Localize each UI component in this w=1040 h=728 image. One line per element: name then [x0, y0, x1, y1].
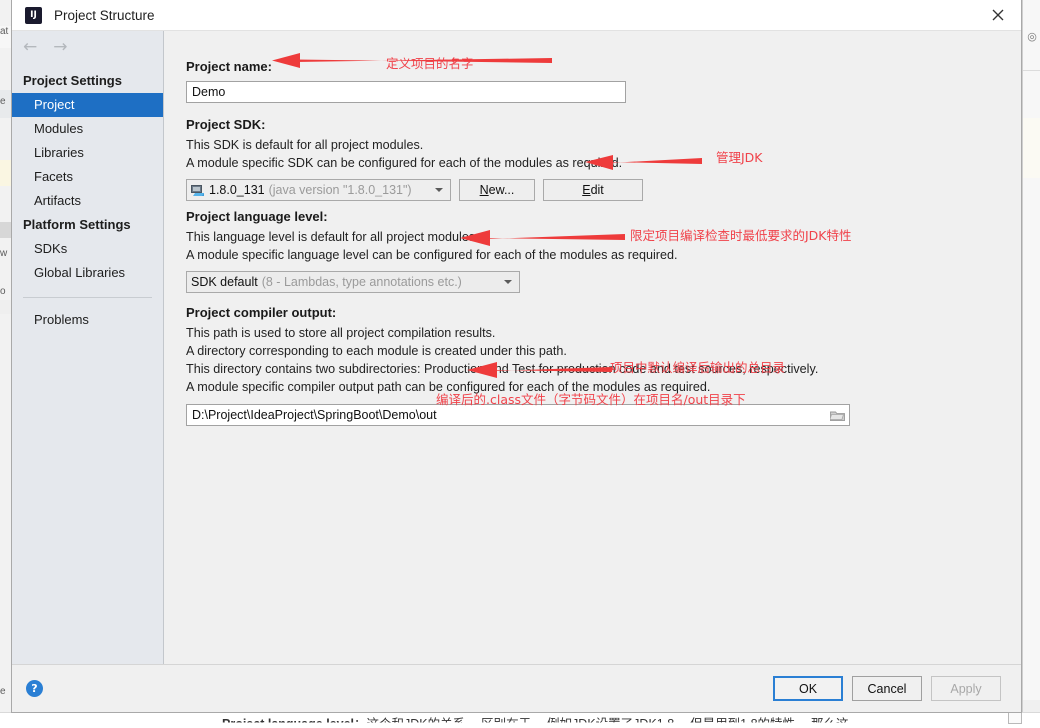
sidebar-item-facets[interactable]: Facets — [12, 165, 163, 189]
project-sdk-detail: (java version "1.8.0_131") — [268, 183, 412, 197]
sidebar-item-sdks[interactable]: SDKs — [12, 237, 163, 261]
annotation-manage-jdk: 管理JDK — [716, 150, 763, 165]
settings-content-pane: Project name: Demo Project SDK: This SDK… — [164, 31, 1021, 664]
folder-icon[interactable] — [829, 408, 846, 423]
edit-sdk-button[interactable]: Edit — [543, 179, 643, 201]
sidebar-item-artifacts[interactable]: Artifacts — [12, 189, 163, 213]
project-sdk-desc-2: A module specific SDK can be configured … — [186, 156, 623, 170]
sidebar-divider — [23, 297, 152, 298]
help-icon[interactable]: ? — [26, 680, 43, 697]
screen-root: at e w o e ◎ Project language level：这个和J… — [0, 0, 1040, 728]
dialog-footer: ? OK Cancel Apply — [12, 664, 1021, 712]
sidebar-item-global-libraries[interactable]: Global Libraries — [12, 261, 163, 285]
compiler-output-desc-3: This directory contains two subdirectori… — [186, 362, 819, 376]
arrow-left-icon[interactable]: ← — [23, 38, 37, 56]
footer-button-group: OK Cancel Apply — [773, 676, 1007, 701]
jdk-icon — [191, 184, 205, 197]
compiler-output-desc-2: A directory corresponding to each module… — [186, 344, 567, 358]
background-bottom-text-prefix: Project language level — [222, 717, 354, 728]
language-level-combo[interactable]: SDK default (8 - Lambdas, type annotatio… — [186, 271, 520, 293]
background-scroll-marker — [1008, 712, 1022, 724]
sidebar: ← → Project Settings Project Modules Lib… — [12, 31, 164, 664]
dialog-titlebar: Project Structure — [12, 0, 1021, 31]
background-bottom-text-rest: ：这个和JDK的关系， 区别在于， 例如JDK设置了JDK1.8， 但是用到1.… — [354, 717, 849, 728]
sidebar-item-project[interactable]: Project — [12, 93, 163, 117]
background-ide-right-strip: ◎ — [1022, 0, 1040, 728]
project-name-input[interactable]: Demo — [186, 81, 626, 103]
chevron-down-icon[interactable] — [504, 280, 512, 284]
project-sdk-row: 1.8.0_131 (java version "1.8.0_131") New… — [186, 179, 1021, 201]
project-structure-dialog: Project Structure ← → Project Settings P… — [11, 0, 1022, 713]
sidebar-nav-arrows: ← → — [12, 31, 163, 63]
language-level-desc-1: This language level is default for all p… — [186, 230, 479, 244]
language-level-desc-2: A module specific language level can be … — [186, 248, 678, 262]
project-sdk-label: Project SDK: — [186, 117, 266, 132]
apply-button: Apply — [931, 676, 1001, 701]
sidebar-item-libraries[interactable]: Libraries — [12, 141, 163, 165]
sidebar-item-modules[interactable]: Modules — [12, 117, 163, 141]
intellij-idea-icon — [25, 6, 42, 24]
dialog-body: ← → Project Settings Project Modules Lib… — [12, 31, 1021, 664]
background-right-tool-icon: ◎ — [1027, 31, 1037, 43]
background-bottom-text: Project language level：这个和JDK的关系， 区别在于， … — [222, 713, 849, 728]
project-sdk-desc-1: This SDK is default for all project modu… — [186, 138, 424, 152]
sidebar-item-problems[interactable]: Problems — [12, 308, 163, 332]
chevron-down-icon[interactable] — [435, 188, 443, 192]
new-sdk-button[interactable]: New... — [459, 179, 535, 201]
close-icon[interactable] — [975, 0, 1021, 30]
compiler-output-label: Project compiler output: — [186, 305, 337, 320]
sidebar-nav-list: Project Settings Project Modules Librari… — [12, 63, 163, 332]
language-level-row: SDK default (8 - Lambdas, type annotatio… — [186, 271, 1021, 293]
annotation-class-files: 编译后的.class文件（字节码文件）在项目名/out目录下 — [436, 392, 746, 407]
background-ide-bottom: Project language level：这个和JDK的关系， 区别在于， … — [0, 712, 1040, 728]
language-level-detail: (8 - Lambdas, type annotations etc.) — [261, 275, 462, 289]
sidebar-group-platform-settings: Platform Settings — [23, 217, 131, 232]
project-sdk-value: 1.8.0_131 — [209, 183, 265, 197]
compiler-output-value: D:\Project\IdeaProject\SpringBoot\Demo\o… — [192, 408, 437, 422]
annotation-compiler-output: 项目中默认编译后输出的总目录 — [610, 360, 786, 375]
cancel-button[interactable]: Cancel — [852, 676, 922, 701]
annotation-language-level: 限定项目编译检查时最低要求的JDK特性 — [630, 228, 852, 243]
compiler-output-desc-1: This path is used to store all project c… — [186, 326, 496, 340]
project-sdk-combo[interactable]: 1.8.0_131 (java version "1.8.0_131") — [186, 179, 451, 201]
ok-button[interactable]: OK — [773, 676, 843, 701]
sidebar-group-project-settings: Project Settings — [23, 73, 122, 88]
project-name-row: Demo — [186, 81, 1021, 103]
annotation-project-name: 定义项目的名字 — [386, 56, 474, 71]
language-level-label: Project language level: — [186, 209, 328, 224]
language-level-value: SDK default — [191, 275, 258, 289]
arrow-right-icon[interactable]: → — [53, 38, 67, 56]
project-name-label: Project name: — [186, 59, 272, 74]
dialog-title: Project Structure — [54, 7, 155, 23]
